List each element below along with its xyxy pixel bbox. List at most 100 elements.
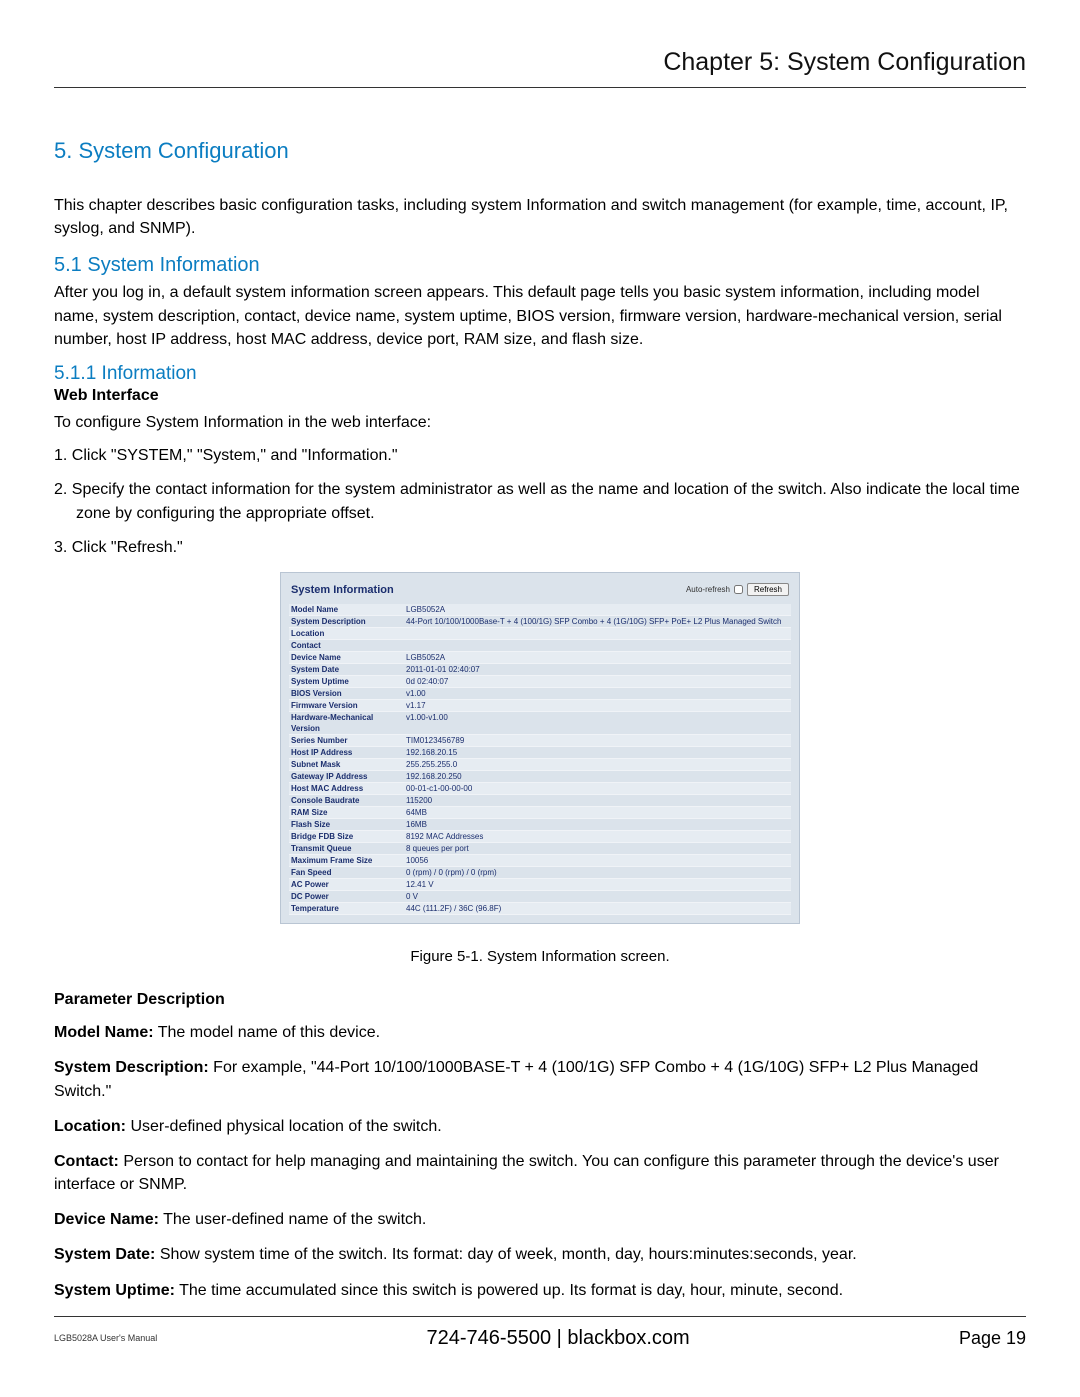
parameter-item: System Description: For example, "44-Por… xyxy=(54,1056,1026,1102)
info-label: Subnet Mask xyxy=(289,759,404,770)
system-information-panel: System Information Auto-refresh Refresh … xyxy=(280,572,800,924)
info-value: 0 V xyxy=(404,891,791,902)
step-2: 2. Specify the contact information for t… xyxy=(54,478,1026,526)
info-row: Flash Size16MB xyxy=(289,819,791,831)
info-label: Fan Speed xyxy=(289,867,404,878)
parameter-item: Device Name: The user-defined name of th… xyxy=(54,1208,1026,1231)
info-row: Hardware-Mechanical Versionv1.00-v1.00 xyxy=(289,712,791,735)
info-label: System Description xyxy=(289,616,404,627)
info-value: 64MB xyxy=(404,807,791,818)
info-label: Contact xyxy=(289,640,404,651)
info-label: System Date xyxy=(289,664,404,675)
info-value: LGB5052A xyxy=(404,652,791,663)
info-label: Series Number xyxy=(289,735,404,746)
parameter-description: The model name of this device. xyxy=(154,1024,381,1041)
chapter-header: Chapter 5: System Configuration xyxy=(54,48,1026,88)
info-label: Transmit Queue xyxy=(289,843,404,854)
parameter-item: System Date: Show system time of the swi… xyxy=(54,1243,1026,1266)
parameter-description-heading: Parameter Description xyxy=(54,991,1026,1009)
info-value: v1.00 xyxy=(404,688,791,699)
parameter-name: System Description: xyxy=(54,1059,209,1076)
step-1: 1. Click "SYSTEM," "System," and "Inform… xyxy=(54,444,1026,468)
info-label: Bridge FDB Size xyxy=(289,831,404,842)
parameter-item: Location: User-defined physical location… xyxy=(54,1115,1026,1138)
info-value: LGB5052A xyxy=(404,604,791,615)
info-label: System Uptime xyxy=(289,676,404,687)
info-label: DC Power xyxy=(289,891,404,902)
info-row: Device NameLGB5052A xyxy=(289,652,791,664)
info-label: Hardware-Mechanical Version xyxy=(289,712,404,734)
info-value: 12.41 V xyxy=(404,879,791,890)
footer-separator: | xyxy=(551,1327,567,1349)
info-row: Series NumberTIM0123456789 xyxy=(289,735,791,747)
info-row: Host IP Address192.168.20.15 xyxy=(289,747,791,759)
section-heading-5: 5. System Configuration xyxy=(54,138,1026,164)
web-interface-intro: To configure System Information in the w… xyxy=(54,411,1026,434)
info-label: Gateway IP Address xyxy=(289,771,404,782)
parameter-description: Person to contact for help managing and … xyxy=(54,1153,999,1193)
info-value: 44C (111.2F) / 36C (96.8F) xyxy=(404,903,791,914)
footer-phone: 724-746-5500 xyxy=(427,1327,552,1349)
info-row: Location xyxy=(289,628,791,640)
info-value: 10056 xyxy=(404,855,791,866)
info-value: 0 (rpm) / 0 (rpm) / 0 (rpm) xyxy=(404,867,791,878)
info-value: 192.168.20.250 xyxy=(404,771,791,782)
info-row: AC Power12.41 V xyxy=(289,879,791,891)
info-row: Transmit Queue8 queues per port xyxy=(289,843,791,855)
section-5-1-paragraph: After you log in, a default system infor… xyxy=(54,281,1026,351)
info-row: System Date2011-01-01 02:40:07 xyxy=(289,664,791,676)
info-row: Bridge FDB Size8192 MAC Addresses xyxy=(289,831,791,843)
auto-refresh-label: Auto-refresh xyxy=(686,585,730,594)
info-value: 8192 MAC Addresses xyxy=(404,831,791,842)
parameter-name: Contact: xyxy=(54,1153,119,1170)
info-table: Model NameLGB5052ASystem Description44-P… xyxy=(289,604,791,915)
info-label: Host IP Address xyxy=(289,747,404,758)
info-label: Flash Size xyxy=(289,819,404,830)
info-row: Host MAC Address00-01-c1-00-00-00 xyxy=(289,783,791,795)
info-label: AC Power xyxy=(289,879,404,890)
info-row: Firmware Versionv1.17 xyxy=(289,700,791,712)
intro-paragraph: This chapter describes basic configurati… xyxy=(54,194,1026,240)
refresh-button[interactable]: Refresh xyxy=(747,583,789,596)
figure-caption: Figure 5-1. System Information screen. xyxy=(54,948,1026,965)
info-row: Subnet Mask255.255.255.0 xyxy=(289,759,791,771)
info-value: 00-01-c1-00-00-00 xyxy=(404,783,791,794)
info-row: Fan Speed0 (rpm) / 0 (rpm) / 0 (rpm) xyxy=(289,867,791,879)
info-label: Maximum Frame Size xyxy=(289,855,404,866)
info-row: BIOS Versionv1.00 xyxy=(289,688,791,700)
info-label: Firmware Version xyxy=(289,700,404,711)
info-row: Console Baudrate115200 xyxy=(289,795,791,807)
parameter-description: Show system time of the switch. Its form… xyxy=(155,1246,856,1263)
info-value: 44-Port 10/100/1000Base-T + 4 (100/1G) S… xyxy=(404,616,791,627)
info-label: Console Baudrate xyxy=(289,795,404,806)
info-value: v1.17 xyxy=(404,700,791,711)
info-row: System Uptime0d 02:40:07 xyxy=(289,676,791,688)
parameter-name: System Uptime: xyxy=(54,1282,175,1299)
info-value: v1.00-v1.00 xyxy=(404,712,791,734)
parameter-item: Model Name: The model name of this devic… xyxy=(54,1021,1026,1044)
info-value: 8 queues per port xyxy=(404,843,791,854)
info-label: Device Name xyxy=(289,652,404,663)
parameter-name: Device Name: xyxy=(54,1211,159,1228)
auto-refresh-checkbox[interactable] xyxy=(734,585,743,594)
parameter-item: Contact: Person to contact for help mana… xyxy=(54,1150,1026,1196)
footer-contact: 724-746-5500 | blackbox.com xyxy=(157,1327,959,1350)
info-value xyxy=(404,628,791,639)
info-row: DC Power0 V xyxy=(289,891,791,903)
section-heading-5-1: 5.1 System Information xyxy=(54,254,1026,277)
info-value: 2011-01-01 02:40:07 xyxy=(404,664,791,675)
info-row: Temperature44C (111.2F) / 36C (96.8F) xyxy=(289,903,791,915)
info-label: Host MAC Address xyxy=(289,783,404,794)
info-value: TIM0123456789 xyxy=(404,735,791,746)
info-value xyxy=(404,640,791,651)
info-row: Gateway IP Address192.168.20.250 xyxy=(289,771,791,783)
system-information-figure: System Information Auto-refresh Refresh … xyxy=(280,572,800,924)
info-value: 16MB xyxy=(404,819,791,830)
footer-page-number: Page 19 xyxy=(959,1328,1026,1349)
info-value: 115200 xyxy=(404,795,791,806)
info-label: Temperature xyxy=(289,903,404,914)
parameter-description: The time accumulated since this switch i… xyxy=(175,1282,843,1299)
parameter-name: System Date: xyxy=(54,1246,155,1263)
info-value: 192.168.20.15 xyxy=(404,747,791,758)
info-row: RAM Size64MB xyxy=(289,807,791,819)
